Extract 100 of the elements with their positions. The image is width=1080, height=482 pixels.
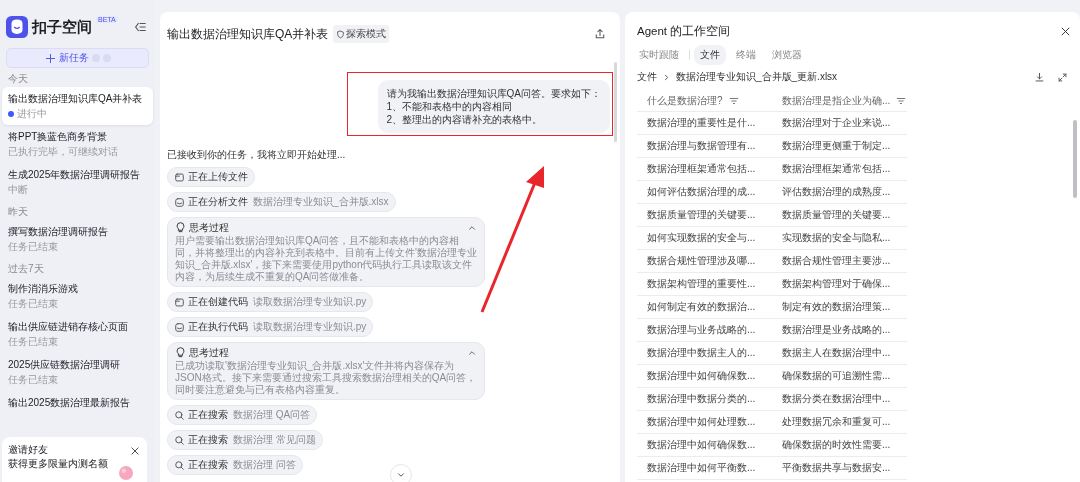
table-cell-text: 处理数据冗余和重复可... xyxy=(781,415,892,429)
download-icon[interactable] xyxy=(1034,71,1045,83)
table-cell-text: 如何制定有效的数据治... xyxy=(646,300,757,314)
task-item[interactable]: 制作消消乐游戏 任务已结束 xyxy=(2,277,153,315)
step-chip[interactable]: 正在创建代码 读取数据治理专业知识.py xyxy=(167,292,374,312)
step-chip[interactable]: 正在搜索 数据治理 问答 xyxy=(167,455,303,475)
search-icon xyxy=(174,434,185,446)
column-header[interactable]: 什么是数据治理? xyxy=(637,93,772,108)
table-cell-text: 平衡数据共享与数据安... xyxy=(781,461,892,475)
step-chip[interactable]: 正在执行代码 读取数据治理专业知识.py xyxy=(167,317,374,337)
step-detail: 数据治理专业知识_合并版.xlsx xyxy=(253,195,389,209)
task-title: 2025供应链数据治理调研 xyxy=(8,358,122,371)
table-cell-text: 数据治理更侧重于制定... xyxy=(781,139,892,153)
workspace-title: Agent 的工作空间 xyxy=(637,24,731,39)
step-detail: 数据治理 问答 xyxy=(233,458,296,472)
task-item[interactable]: 输出2025数据治理最新报告 xyxy=(2,391,153,414)
collapse-sidebar-icon[interactable] xyxy=(133,20,147,34)
step-detail: 读取数据治理专业知识.py xyxy=(253,295,367,309)
group-label: 过去7天 xyxy=(7,262,45,276)
table-cell-text: 数据治理中数据主人的... xyxy=(646,346,757,360)
table-cell-text: 数据架构管理的重要性... xyxy=(646,277,757,291)
task-status: 任务已结束 xyxy=(8,298,58,310)
thinking-text: 用户需要输出数据治理知识库QA问答，且不能和表格中的内容相同，并将整理出的内容补充到表格中。目前有上传文件'数据治理专业知识_合并版.xlsx'，接下来需要使用python代码执行工具读取该文件内容，为后续生成不重复的QA问答做准备。 xyxy=(175,235,477,283)
box-icon xyxy=(174,196,185,208)
step-label: 正在执行代码 xyxy=(188,320,248,334)
message-line: 请为我输出数据治理知识库QA问答。要求如下： xyxy=(386,87,601,100)
step-chip[interactable]: 正在搜索 数据治理 QA问答 xyxy=(167,405,318,425)
column-title: 什么是数据治理? xyxy=(647,93,723,108)
task-status: 任务已结束 xyxy=(8,241,58,253)
table-cell-text: 如何实现数据的安全与... xyxy=(646,231,757,245)
close-icon[interactable] xyxy=(130,446,140,456)
table-cell-text: 数据治理是业务战略的... xyxy=(781,323,892,337)
plus-icon xyxy=(44,52,56,64)
table-cell-text: 数据治理中如何处理数... xyxy=(646,415,757,429)
filter-icon xyxy=(728,95,739,106)
table-cell-text: 数据治理中如何确保数... xyxy=(646,369,757,383)
search-icon xyxy=(174,409,185,421)
table-cell-text: 数据治理框架通常包括... xyxy=(646,162,757,176)
tab[interactable]: 浏览器 xyxy=(766,45,808,65)
file-icon xyxy=(174,296,185,308)
table-cell-text: 数据治理的重要性是什... xyxy=(646,116,757,130)
breadcrumb-item[interactable]: 数据治理专业知识_合并版_更新.xlsx xyxy=(676,70,838,84)
chevron-right-icon xyxy=(662,72,671,82)
tab[interactable]: 文件 xyxy=(694,45,726,65)
table-cell-text: 数据架构管理对于确保... xyxy=(781,277,892,291)
box-icon xyxy=(174,321,185,333)
step-chip[interactable]: 正在分析文件 数据治理专业知识_合并版.xlsx xyxy=(167,192,396,212)
message-line: 2、整理出的内容请补充的表格中。 xyxy=(386,113,544,126)
step-label: 正在上传文件 xyxy=(188,170,248,184)
table-cell-text: 数据质量管理的关键要... xyxy=(646,208,757,222)
invite-text: 获得更多限量内测名额 xyxy=(8,457,109,471)
task-item[interactable]: 生成2025年数据治理调研报告 中断 xyxy=(2,163,153,201)
reply-text: 已接收到你的任务，我将立即开始处理... xyxy=(167,148,347,162)
file-icon xyxy=(174,171,185,183)
step-label: 正在搜索 xyxy=(188,458,228,472)
thinking-text: 已成功读取'数据治理专业知识_合并版.xlsx'文件并将内容保存为JSON格式。接下来需要通过搜索工具搜索数据治理相关的QA问答，同时要注意避免与已有表格内容重复。 xyxy=(175,360,477,396)
table-cell-text: 评估数据治理的成熟度... xyxy=(781,185,892,199)
new-task-button[interactable]: 新任务 xyxy=(6,48,149,68)
mode-badge: 探索模式 xyxy=(333,25,390,43)
chat-title: 输出数据治理知识库QA并补表 xyxy=(167,25,329,43)
table-cell-text: 数据治理框架通常包括... xyxy=(781,162,892,176)
share-icon[interactable] xyxy=(594,28,606,40)
task-status: 进行中 xyxy=(17,108,47,120)
balloon-drawing xyxy=(119,466,133,480)
step-chip[interactable]: 正在上传文件 xyxy=(167,167,255,187)
lightbulb-icon xyxy=(175,347,186,358)
task-item[interactable]: 输出数据治理知识库QA并补表 进行中 xyxy=(2,87,153,125)
task-status: 已执行完毕，可继续对话 xyxy=(8,146,118,158)
task-title: 制作消消乐游戏 xyxy=(8,282,79,295)
table-cell-text: 数据治理中如何确保数... xyxy=(646,438,757,452)
table-cell-text: 制定有效的数据治理策... xyxy=(781,300,892,314)
table-cell-text: 确保数据的时效性需要... xyxy=(781,438,892,452)
tab[interactable]: 实时跟随 xyxy=(633,45,685,65)
thinking-title: 思考过程 xyxy=(189,221,229,234)
table-cell-text: 数据主人在数据治理中... xyxy=(781,346,892,360)
step-label: 正在搜索 xyxy=(188,408,228,422)
search-icon xyxy=(174,459,185,471)
task-title: 生成2025年数据治理调研报告 xyxy=(8,168,142,181)
column-header[interactable]: 数据治理是指企业为确... xyxy=(772,93,907,108)
step-label: 正在分析文件 xyxy=(188,195,248,209)
step-detail: 数据治理 QA问答 xyxy=(233,408,311,422)
table-cell-text: 数据质量管理的关键要... xyxy=(781,208,892,222)
step-chip[interactable]: 正在搜索 数据治理 常见问题 xyxy=(167,430,323,450)
column-title: 数据治理是指企业为确... xyxy=(782,93,891,108)
task-item[interactable]: 2025供应链数据治理调研 任务已结束 xyxy=(2,353,153,391)
table-cell-text: 数据治理中如何平衡数... xyxy=(646,461,757,475)
step-detail: 读取数据治理专业知识.py xyxy=(253,320,367,334)
task-item[interactable]: 输出供应链进销存核心页面 任务已结束 xyxy=(2,315,153,353)
close-icon[interactable] xyxy=(1060,26,1071,37)
expand-icon[interactable] xyxy=(1057,71,1068,83)
lightbulb-icon xyxy=(175,222,186,233)
task-title: 撰写数据治理调研报告 xyxy=(8,225,109,238)
table-cell-text: 数据合规性管理涉及哪... xyxy=(646,254,757,268)
breadcrumb-item[interactable]: 文件 xyxy=(637,70,657,84)
task-item[interactable]: 将PPT换蓝色商务背景 已执行完毕，可继续对话 xyxy=(2,125,153,163)
tab[interactable]: 终端 xyxy=(730,45,762,65)
table-cell-text: 数据治理与数据管理有... xyxy=(646,139,757,153)
logo-icon xyxy=(6,16,28,38)
task-item[interactable]: 撰写数据治理调研报告 任务已结束 xyxy=(2,220,153,258)
table-cell-text: 数据合规性管理主要涉... xyxy=(781,254,892,268)
